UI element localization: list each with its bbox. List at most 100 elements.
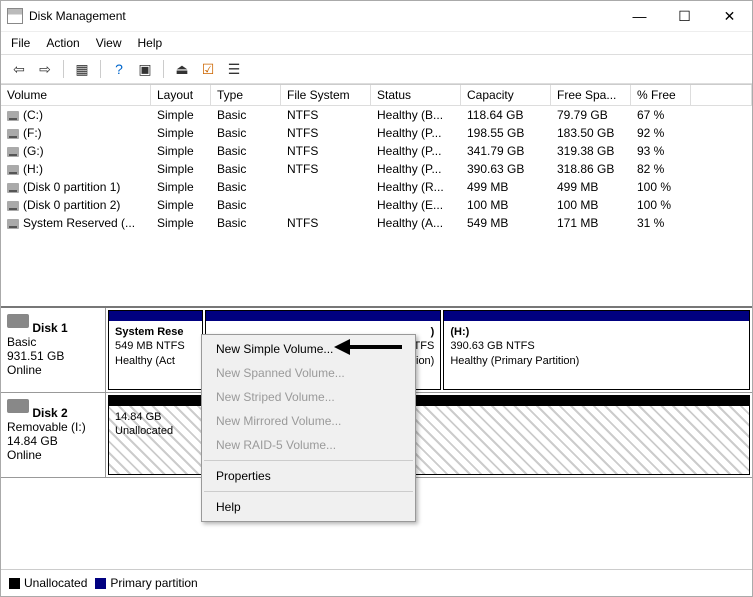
col-fs[interactable]: File System — [281, 85, 371, 106]
volume-row[interactable]: System Reserved (...SimpleBasicNTFSHealt… — [1, 214, 752, 232]
close-button[interactable]: ✕ — [707, 1, 752, 31]
part-size: 390.63 GB NTFS — [450, 339, 743, 353]
disk1-part-sysres[interactable]: System Rese 549 MB NTFS Healthy (Act — [108, 310, 203, 390]
vol-layout: Simple — [151, 124, 211, 142]
legend-primary: Primary partition — [95, 576, 197, 590]
col-blank[interactable] — [691, 85, 752, 106]
drive-icon — [7, 147, 19, 157]
primary-bar — [444, 311, 749, 321]
ctx-help[interactable]: Help — [202, 495, 415, 519]
forward-icon[interactable]: ⇨ — [35, 59, 55, 79]
vol-status: Healthy (P... — [371, 142, 461, 160]
minimize-button[interactable]: — — [617, 1, 662, 31]
col-volume[interactable]: Volume — [1, 85, 151, 106]
toolbar-separator — [100, 60, 101, 78]
menu-help[interactable]: Help — [138, 36, 163, 50]
ctx-new-spanned-volume[interactable]: New Spanned Volume... — [202, 361, 415, 385]
eject-icon[interactable]: ⏏ — [172, 59, 192, 79]
vol-name: System Reserved (... — [1, 214, 151, 232]
vol-status: Healthy (R... — [371, 178, 461, 196]
vol-layout: Simple — [151, 178, 211, 196]
disk1-state: Online — [7, 363, 42, 377]
vol-fs: NTFS — [281, 160, 371, 178]
panel-icon[interactable]: ▣ — [135, 59, 155, 79]
ctx-new-raid5-volume[interactable]: New RAID-5 Volume... — [202, 433, 415, 457]
vol-free: 100 MB — [551, 196, 631, 214]
col-layout[interactable]: Layout — [151, 85, 211, 106]
vol-name: (Disk 0 partition 1) — [1, 178, 151, 196]
drive-icon — [7, 219, 19, 229]
part-status: Healthy (Act — [115, 354, 196, 368]
vol-free: 499 MB — [551, 178, 631, 196]
disk2-state: Online — [7, 448, 42, 462]
disk2-type: Removable (I:) — [7, 420, 86, 434]
vol-status: Healthy (A... — [371, 214, 461, 232]
disk1-size: 931.51 GB — [7, 349, 64, 363]
grid-icon[interactable]: ▦ — [72, 59, 92, 79]
vol-pct: 93 % — [631, 142, 691, 160]
back-icon[interactable]: ⇦ — [9, 59, 29, 79]
disk-icon — [7, 399, 29, 413]
part-size: 549 MB NTFS — [115, 339, 196, 353]
vol-pct: 100 % — [631, 178, 691, 196]
ctx-separator — [204, 491, 413, 492]
volume-row[interactable]: (H:)SimpleBasicNTFSHealthy (P...390.63 G… — [1, 160, 752, 178]
vol-name: (G:) — [1, 142, 151, 160]
context-menu: New Simple Volume... New Spanned Volume.… — [201, 334, 416, 522]
menu-action[interactable]: Action — [46, 36, 79, 50]
volume-row[interactable]: (G:)SimpleBasicNTFSHealthy (P...341.79 G… — [1, 142, 752, 160]
vol-capacity: 118.64 GB — [461, 106, 551, 124]
menu-file[interactable]: File — [11, 36, 30, 50]
app-icon — [7, 8, 23, 24]
help-icon[interactable]: ? — [109, 59, 129, 79]
volume-row[interactable]: (Disk 0 partition 2)SimpleBasicHealthy (… — [1, 196, 752, 214]
vol-pct: 67 % — [631, 106, 691, 124]
vol-type: Basic — [211, 124, 281, 142]
volume-list: Volume Layout Type File System Status Ca… — [1, 84, 752, 306]
vol-pct: 31 % — [631, 214, 691, 232]
drive-icon — [7, 111, 19, 121]
part-title: (H:) — [450, 325, 743, 339]
col-type[interactable]: Type — [211, 85, 281, 106]
disk2-name: Disk 2 — [32, 406, 67, 420]
col-status[interactable]: Status — [371, 85, 461, 106]
vol-free: 319.38 GB — [551, 142, 631, 160]
disk1-info[interactable]: Disk 1 Basic 931.51 GB Online — [1, 308, 106, 392]
vol-capacity: 198.55 GB — [461, 124, 551, 142]
check-icon[interactable]: ☑ — [198, 59, 218, 79]
drive-icon — [7, 201, 19, 211]
vol-type: Basic — [211, 214, 281, 232]
legend-unallocated: Unallocated — [9, 576, 87, 590]
drive-icon — [7, 129, 19, 139]
col-free[interactable]: Free Spa... — [551, 85, 631, 106]
disk1-part-h[interactable]: (H:) 390.63 GB NTFS Healthy (Primary Par… — [443, 310, 750, 390]
vol-fs — [281, 196, 371, 214]
drive-icon — [7, 183, 19, 193]
ctx-new-striped-volume[interactable]: New Striped Volume... — [202, 385, 415, 409]
col-capacity[interactable]: Capacity — [461, 85, 551, 106]
ctx-new-mirrored-volume[interactable]: New Mirrored Volume... — [202, 409, 415, 433]
maximize-button[interactable]: ☐ — [662, 1, 707, 31]
ctx-new-simple-volume[interactable]: New Simple Volume... — [202, 337, 415, 361]
volume-header: Volume Layout Type File System Status Ca… — [1, 85, 752, 106]
volume-row[interactable]: (F:)SimpleBasicNTFSHealthy (P...198.55 G… — [1, 124, 752, 142]
drive-icon — [7, 165, 19, 175]
vol-type: Basic — [211, 196, 281, 214]
vol-layout: Simple — [151, 160, 211, 178]
vol-layout: Simple — [151, 214, 211, 232]
vol-type: Basic — [211, 160, 281, 178]
disk2-info[interactable]: Disk 2 Removable (I:) 14.84 GB Online — [1, 393, 106, 477]
menu-view[interactable]: View — [96, 36, 122, 50]
list-icon[interactable]: ☰ — [224, 59, 244, 79]
volume-row[interactable]: (Disk 0 partition 1)SimpleBasicHealthy (… — [1, 178, 752, 196]
vol-fs: NTFS — [281, 142, 371, 160]
volume-rows: (C:)SimpleBasicNTFSHealthy (B...118.64 G… — [1, 106, 752, 306]
volume-row[interactable]: (C:)SimpleBasicNTFSHealthy (B...118.64 G… — [1, 106, 752, 124]
vol-layout: Simple — [151, 142, 211, 160]
title-bar: Disk Management — ☐ ✕ — [1, 1, 752, 31]
vol-pct: 92 % — [631, 124, 691, 142]
vol-free: 183.50 GB — [551, 124, 631, 142]
ctx-properties[interactable]: Properties — [202, 464, 415, 488]
col-pct[interactable]: % Free — [631, 85, 691, 106]
window-buttons: — ☐ ✕ — [617, 1, 752, 31]
